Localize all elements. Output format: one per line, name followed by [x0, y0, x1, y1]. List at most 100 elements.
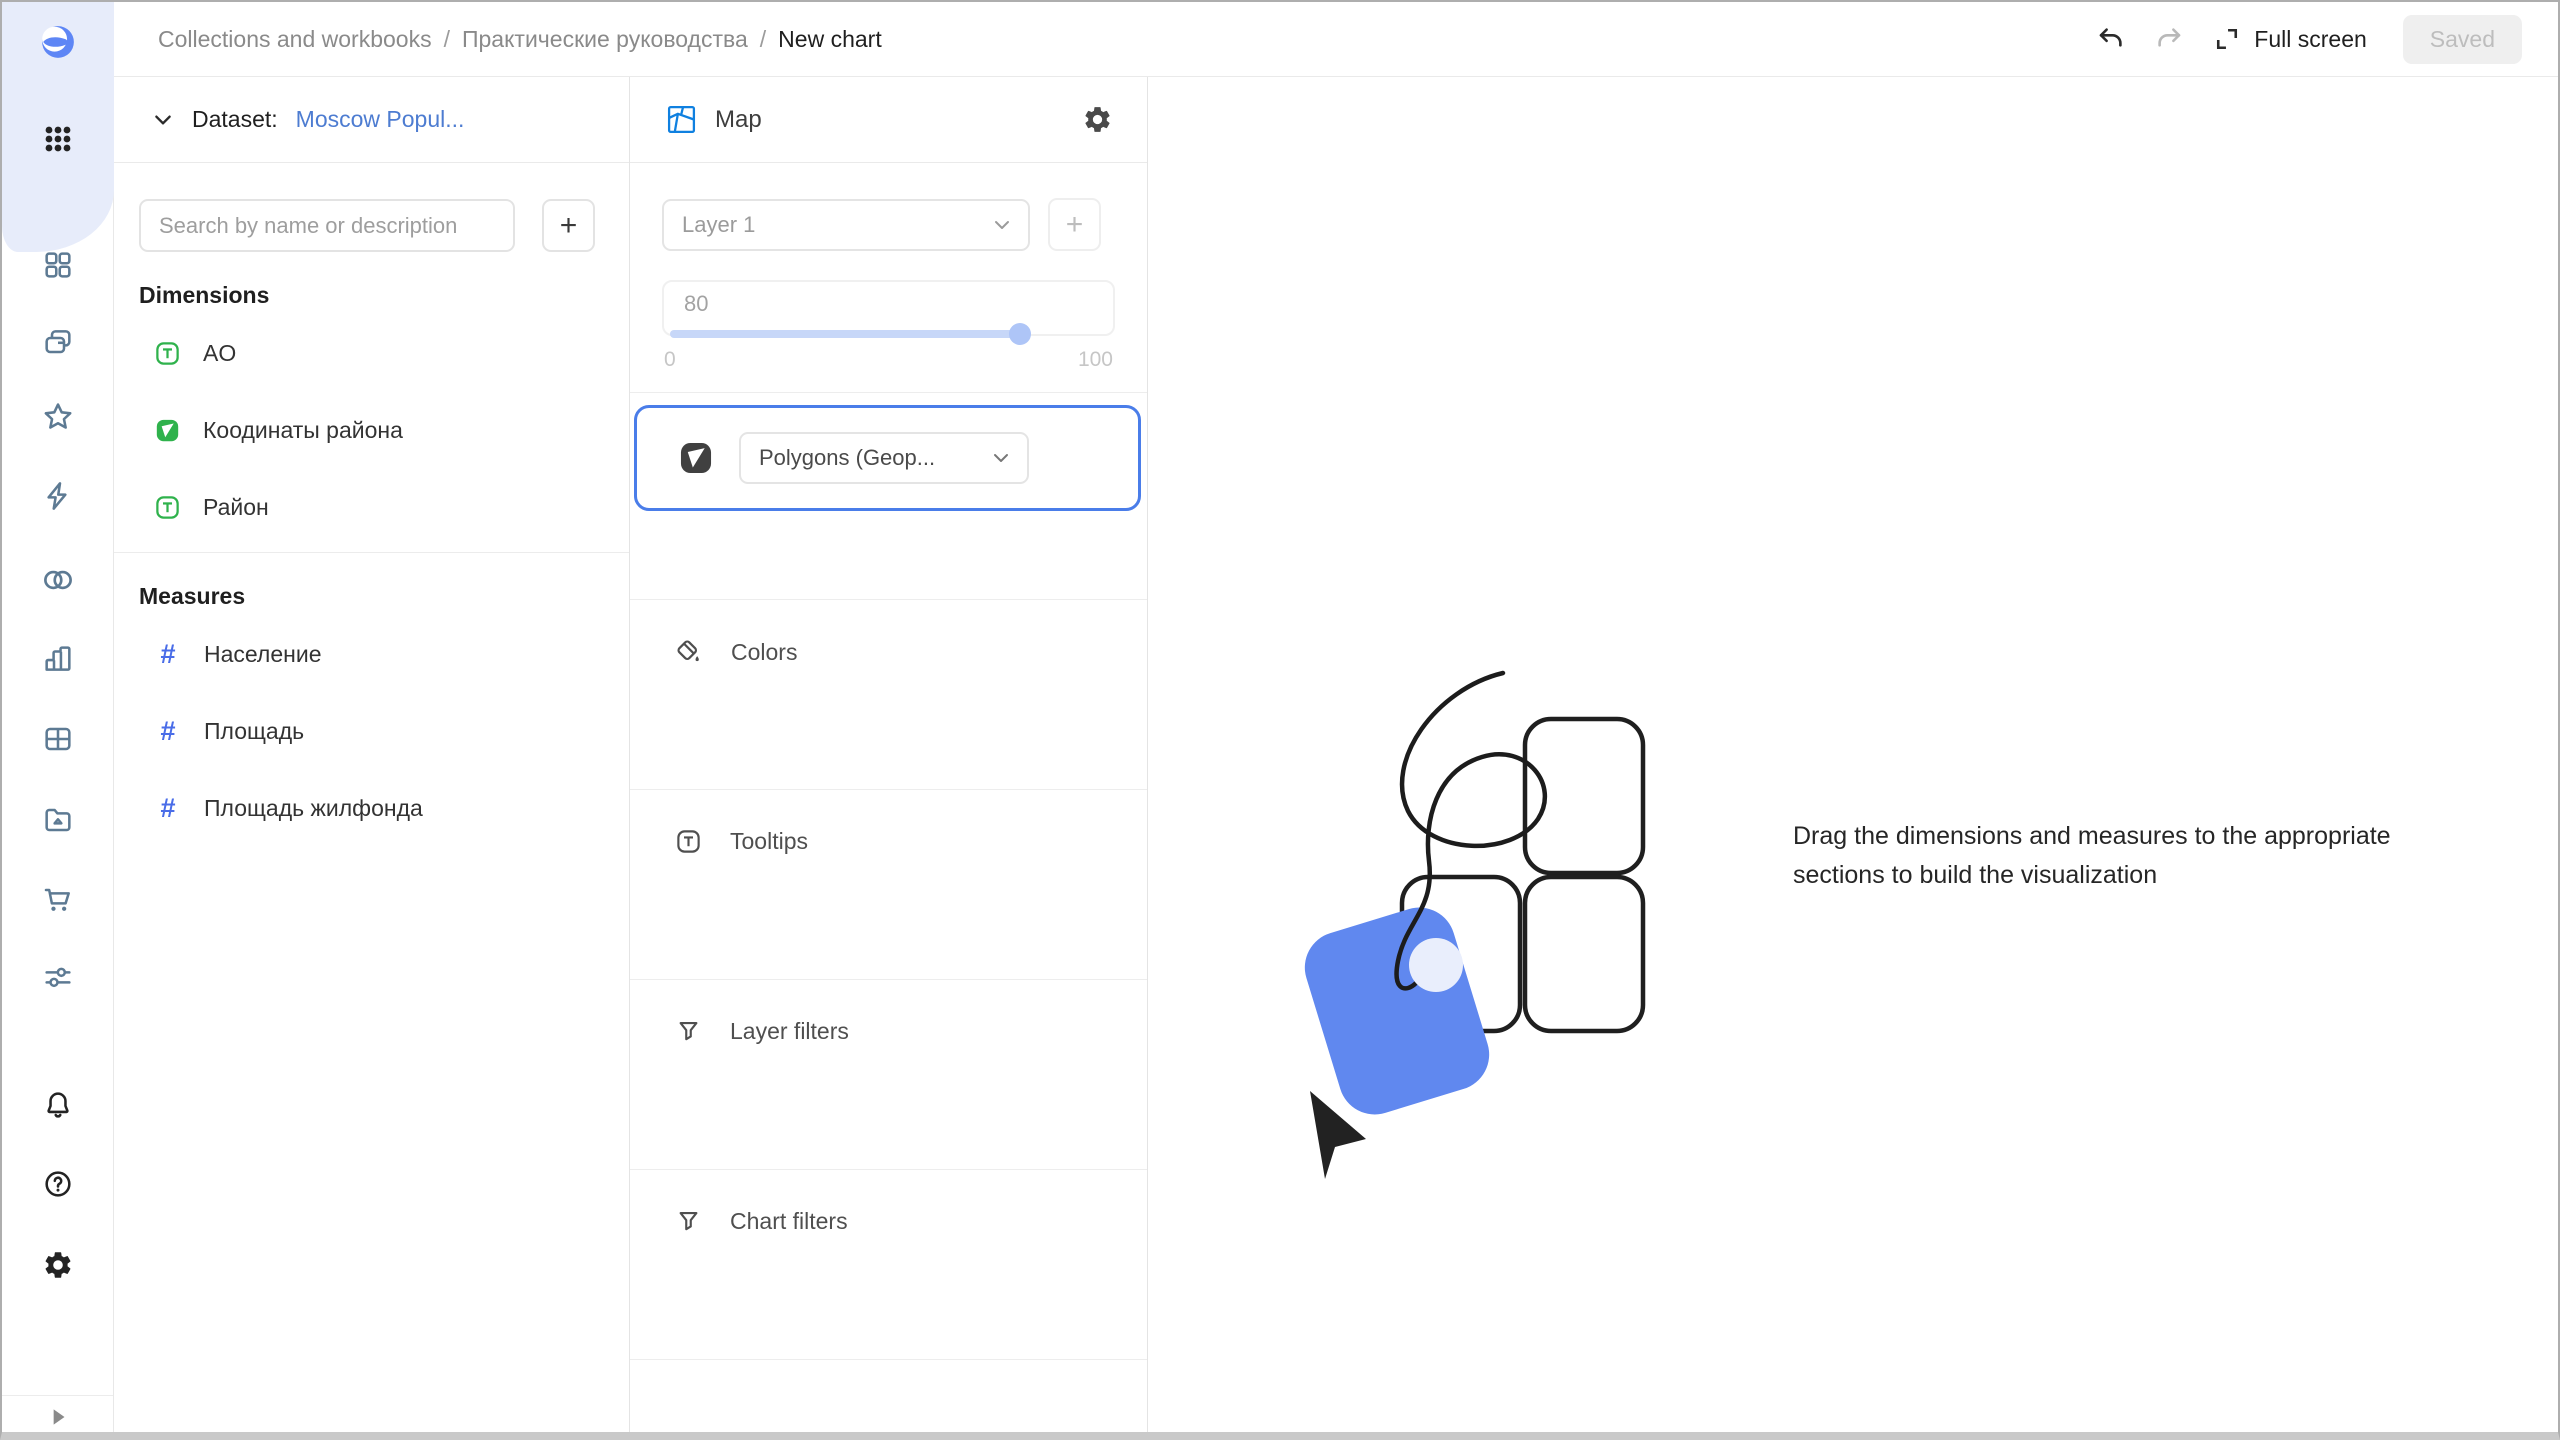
- number-type-icon: #: [154, 639, 182, 670]
- chart-preview-area: Drag the dimensions and measures to the …: [1148, 77, 2558, 1432]
- geolayer-focused-box: Polygons (Geop...: [634, 405, 1141, 511]
- geolayer-section: Polygons (Geop...: [630, 392, 1147, 599]
- funnel-icon: [675, 1208, 702, 1235]
- breadcrumb-separator: /: [760, 26, 766, 53]
- string-type-icon: [154, 494, 181, 521]
- layer-opacity-control: 80: [662, 280, 1115, 336]
- breadcrumb-current: New chart: [778, 26, 882, 53]
- datalens-logo[interactable]: [41, 25, 75, 59]
- content-row: Dataset: Moscow Popul... + Dimensions AO: [114, 77, 2558, 1432]
- field-label: Площадь: [204, 718, 304, 745]
- field-search-input[interactable]: [139, 199, 515, 252]
- undo-icon[interactable]: [2094, 22, 2128, 56]
- chart-filters-section[interactable]: Chart filters: [630, 1169, 1147, 1359]
- opacity-value: 80: [684, 291, 708, 317]
- dimensions-title: Dimensions: [139, 282, 629, 309]
- visualization-name[interactable]: Map: [715, 106, 762, 134]
- empty-chart-illustration: [1288, 659, 1708, 1219]
- settings-gear-icon[interactable]: [41, 1248, 75, 1282]
- datalens-logo-icon: [41, 12, 75, 72]
- breadcrumb-collections[interactable]: Collections and workbooks: [158, 26, 432, 53]
- measure-item-ploshad[interactable]: # Площадь: [114, 693, 629, 770]
- expand-sidebar-icon[interactable]: [41, 1400, 75, 1434]
- field-label: Площадь жилфонда: [204, 795, 423, 822]
- marketplace-cart-icon[interactable]: [41, 883, 75, 917]
- opacity-max: 100: [1078, 348, 1113, 372]
- measure-item-naselenie[interactable]: # Население: [114, 616, 629, 693]
- number-type-icon: #: [154, 716, 182, 747]
- geolayer-field-select[interactable]: Polygons (Geop...: [739, 432, 1029, 484]
- opacity-scale: 0 100: [664, 348, 1113, 372]
- breadcrumb-workbook[interactable]: Практические руководства: [462, 26, 748, 53]
- help-icon[interactable]: [41, 1167, 75, 1201]
- visualization-settings-gear-icon[interactable]: [1082, 104, 1113, 135]
- string-type-icon: [154, 340, 181, 367]
- breadcrumb-separator: /: [444, 26, 450, 53]
- services-sliders-icon[interactable]: [41, 960, 75, 994]
- favorites-icon[interactable]: [41, 400, 75, 434]
- add-field-button[interactable]: +: [542, 199, 595, 252]
- paint-bucket-icon: [675, 638, 703, 666]
- dataset-panel-header: Dataset: Moscow Popul...: [114, 77, 629, 163]
- text-icon: [675, 828, 702, 855]
- field-item-rayon[interactable]: Район: [114, 469, 629, 546]
- config-panel-filler: [630, 1359, 1147, 1432]
- number-type-icon: #: [154, 793, 182, 824]
- section-label: Layer filters: [730, 1018, 849, 1045]
- section-label: Tooltips: [730, 828, 808, 855]
- sidebar-divider: [2, 1395, 113, 1396]
- field-label: Население: [204, 641, 321, 668]
- chart-config-panel: Map Layer 1: [630, 77, 1148, 1432]
- geopolygon-type-icon: [154, 417, 181, 444]
- section-label: Chart filters: [730, 1208, 848, 1235]
- dataset-panel: Dataset: Moscow Popul... + Dimensions AO: [114, 77, 630, 1432]
- dataset-name-link[interactable]: Moscow Popul...: [296, 106, 465, 133]
- field-label: Район: [203, 494, 269, 521]
- dataset-label: Dataset:: [192, 106, 278, 133]
- visualization-header: Map: [630, 77, 1147, 163]
- measure-item-zhilfond[interactable]: # Площадь жилфонда: [114, 770, 629, 847]
- datasets-icon[interactable]: [41, 563, 75, 597]
- layer-controls: Layer 1 + 80 0: [630, 163, 1147, 392]
- drag-hint-text: Drag the dimensions and measures to the …: [1793, 817, 2448, 895]
- fullscreen-label[interactable]: Full screen: [2254, 26, 2366, 53]
- chevron-down-icon: [992, 215, 1012, 235]
- fields-divider: [114, 552, 629, 553]
- fullscreen-icon[interactable]: [2210, 22, 2244, 56]
- layer-filters-section[interactable]: Layer filters: [630, 979, 1147, 1169]
- all-objects-icon[interactable]: [41, 248, 75, 282]
- geopolygon-field-icon: [677, 439, 715, 477]
- main-column: Collections and workbooks / Практические…: [114, 2, 2558, 1432]
- section-label: Colors: [731, 639, 797, 666]
- add-layer-button[interactable]: +: [1048, 198, 1101, 251]
- field-item-coords[interactable]: Коодинаты района: [114, 392, 629, 469]
- opacity-slider-handle[interactable]: [1009, 323, 1031, 345]
- tooltips-section[interactable]: Tooltips: [630, 789, 1147, 979]
- measures-title: Measures: [139, 583, 629, 610]
- layer-select[interactable]: Layer 1: [662, 199, 1030, 251]
- connections-icon[interactable]: [41, 479, 75, 513]
- chevron-down-icon: [991, 448, 1011, 468]
- dashboards-icon[interactable]: [41, 722, 75, 756]
- breadcrumb: Collections and workbooks / Практические…: [158, 26, 882, 53]
- field-label: Коодинаты района: [203, 417, 403, 444]
- map-visualization-icon: [666, 104, 697, 135]
- opacity-slider-track[interactable]: [670, 330, 1020, 338]
- layer-select-value: Layer 1: [682, 212, 992, 238]
- colors-section[interactable]: Colors: [630, 599, 1147, 789]
- field-item-ao[interactable]: AO: [114, 315, 629, 392]
- top-bar: Collections and workbooks / Практические…: [114, 2, 2558, 77]
- chevron-down-icon[interactable]: [152, 109, 174, 131]
- geolayer-field-value: Polygons (Geop...: [759, 445, 991, 471]
- collections-icon[interactable]: [41, 325, 75, 359]
- notifications-bell-icon[interactable]: [41, 1088, 75, 1122]
- funnel-icon: [675, 1018, 702, 1045]
- saved-button[interactable]: Saved: [2403, 15, 2522, 64]
- field-label: AO: [203, 340, 236, 367]
- charts-icon[interactable]: [41, 642, 75, 676]
- all-services-icon[interactable]: [41, 122, 75, 156]
- field-search-row: +: [114, 163, 629, 252]
- left-nav-sidebar: [2, 2, 114, 1432]
- redo-icon[interactable]: [2152, 22, 2186, 56]
- files-folder-icon[interactable]: [41, 803, 75, 837]
